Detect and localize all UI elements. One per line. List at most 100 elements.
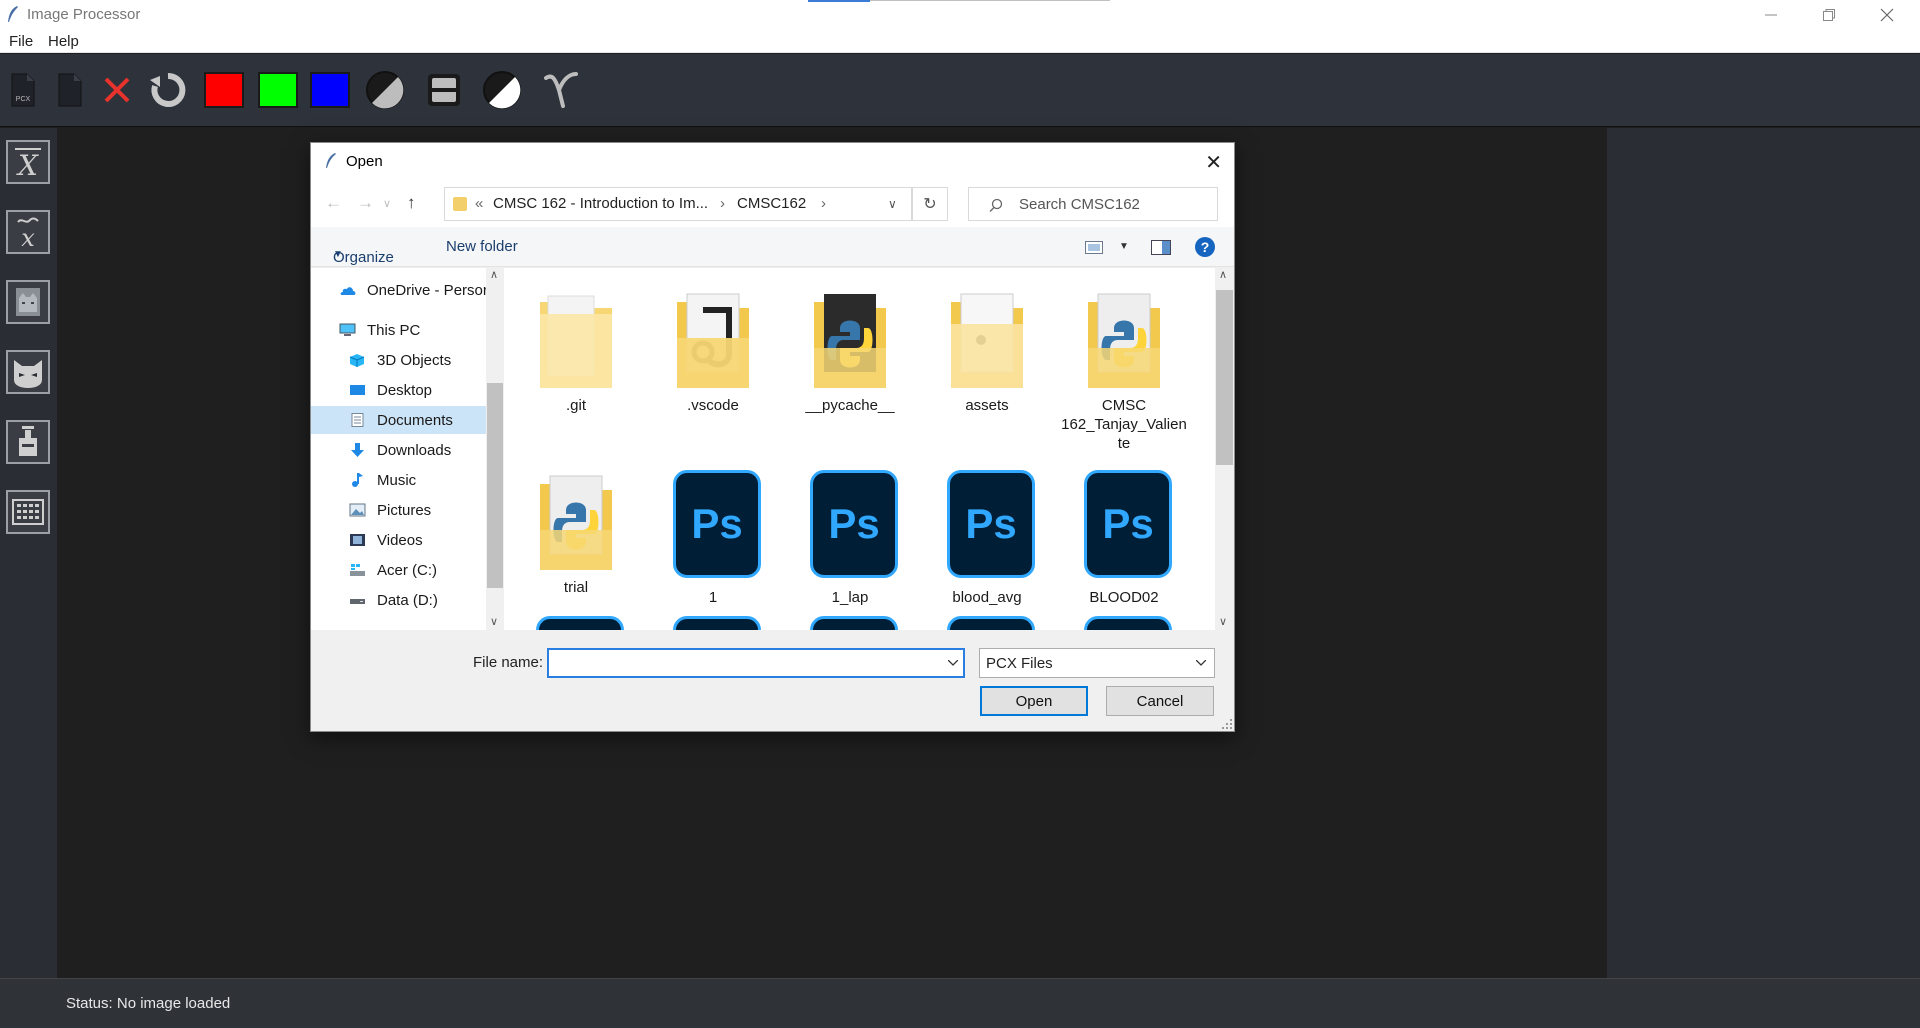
photoshop-file-icon-partial[interactable]	[536, 616, 624, 630]
preview-pane-icon[interactable]	[1151, 240, 1171, 255]
nav-item-3d-objects[interactable]: 3D Objects	[311, 346, 486, 374]
refresh-button[interactable]: ↻	[912, 187, 948, 221]
address-dropdown-icon[interactable]: ∨	[888, 197, 897, 211]
median-filter-button[interactable]: x	[6, 210, 50, 254]
svg-text:X: X	[16, 149, 39, 180]
red-channel-button[interactable]	[204, 72, 244, 108]
taskbar-hint	[808, 0, 870, 2]
help-icon[interactable]: ?	[1195, 237, 1215, 257]
photoshop-file-icon-partial[interactable]	[947, 616, 1035, 630]
file-item-blood-avg[interactable]: Ps blood_avg	[923, 470, 1051, 620]
scroll-down-icon[interactable]: ∨	[1219, 615, 1227, 628]
file-scroll-thumb[interactable]	[1216, 290, 1233, 465]
open-file-dialog: Open ✕ ← → ∨ ↑ « CMSC 162 - Introduction…	[310, 142, 1235, 732]
file-item-1[interactable]: Ps 1	[649, 470, 777, 620]
feather-app-icon	[8, 6, 18, 22]
save-file-button[interactable]	[50, 70, 90, 110]
breadcrumb-overflow[interactable]: «	[475, 195, 483, 212]
folder-icon	[453, 197, 467, 211]
restore-button[interactable]	[1800, 0, 1858, 29]
highboost-filter-button[interactable]	[6, 420, 50, 464]
grid-icon	[12, 499, 44, 525]
nav-item-acer-c[interactable]: Acer (C:)	[311, 556, 486, 584]
address-bar[interactable]: « CMSC 162 - Introduction to Im... › CMS…	[444, 187, 912, 221]
highpass-filter-button[interactable]	[6, 280, 50, 324]
nav-scroll-thumb[interactable]	[487, 383, 503, 588]
negative-button[interactable]	[482, 70, 522, 110]
negative-icon	[483, 71, 521, 109]
search-box[interactable]: Search CMSC162	[968, 187, 1218, 221]
close-image-button[interactable]	[97, 70, 137, 110]
nav-scrollbar[interactable]: ∧ ∨	[486, 268, 504, 630]
photoshop-file-icon-partial[interactable]	[810, 616, 898, 630]
back-icon[interactable]: ←	[325, 193, 342, 213]
close-window-button[interactable]	[1858, 0, 1916, 29]
reset-button[interactable]	[148, 70, 188, 110]
scroll-down-icon[interactable]: ∨	[490, 615, 498, 628]
file-name-input[interactable]	[547, 648, 965, 678]
downloads-icon	[351, 443, 364, 457]
file-item-blood02[interactable]: Ps BLOOD02	[1060, 470, 1188, 620]
blue-channel-button[interactable]	[310, 72, 350, 108]
scroll-up-icon[interactable]: ∧	[1219, 268, 1227, 281]
nav-item-music[interactable]: Music	[311, 466, 486, 494]
status-bar: Status: No image loaded	[0, 978, 1920, 1028]
file-name-dropdown-button[interactable]	[943, 649, 963, 677]
gradient-filter-button[interactable]	[6, 490, 50, 534]
nav-item-downloads[interactable]: Downloads	[311, 436, 486, 464]
recent-chevron-icon[interactable]: ∨	[383, 197, 391, 210]
file-list-scrollbar[interactable]: ∧ ∨	[1215, 268, 1234, 630]
threshold-button[interactable]	[424, 70, 464, 110]
red-x-icon	[104, 77, 130, 103]
cancel-button[interactable]: Cancel	[1106, 686, 1214, 716]
search-placeholder: Search CMSC162	[1019, 196, 1140, 213]
file-item-cmsc162-tanjay-valiente[interactable]: CMSC 162_Tanjay_Valien te	[1060, 288, 1188, 458]
open-button[interactable]: Open	[980, 686, 1088, 716]
toolbar: PCX	[0, 54, 1920, 127]
restore-icon	[1823, 8, 1835, 21]
file-list: .git .vscode __pycache__ assets CMSC 162_…	[504, 268, 1215, 630]
nav-item-pictures[interactable]: Pictures	[311, 496, 486, 524]
open-pcx-button[interactable]: PCX	[3, 70, 43, 110]
mean-filter-button[interactable]: X	[6, 140, 50, 184]
up-icon[interactable]: ↑	[407, 193, 416, 213]
python-folder-icon	[540, 475, 612, 570]
grayscale-button[interactable]	[365, 70, 405, 110]
photoshop-file-icon: Ps	[810, 470, 898, 578]
svg-text:PCX: PCX	[16, 96, 31, 103]
file-type-select[interactable]: PCX Files	[979, 648, 1215, 678]
refresh-icon: ↻	[923, 196, 937, 213]
nav-item-this-pc[interactable]: This PC	[311, 316, 486, 344]
file-item-assets[interactable]: assets	[923, 288, 1051, 458]
nav-item-desktop[interactable]: Desktop	[311, 376, 486, 404]
nav-item-videos[interactable]: Videos	[311, 526, 486, 554]
view-options-icon[interactable]	[1085, 241, 1103, 254]
threshold-icon	[428, 74, 460, 106]
breadcrumb-current[interactable]: CMSC162	[737, 195, 806, 212]
file-item-pycache[interactable]: __pycache__	[786, 288, 914, 458]
file-item-trial[interactable]: trial	[512, 470, 640, 620]
photoshop-file-icon-partial[interactable]	[1084, 616, 1172, 630]
nav-item-data-d[interactable]: Data (D:)	[311, 586, 486, 614]
nav-item-documents[interactable]: Documents	[311, 406, 486, 434]
menu-file[interactable]: File	[9, 33, 33, 50]
forward-icon[interactable]: →	[357, 193, 374, 213]
view-dropdown-icon[interactable]: ▼	[1119, 241, 1129, 252]
file-item-git[interactable]: .git	[512, 288, 640, 458]
command-bar: Organize ▼ New folder ▼ ?	[311, 227, 1234, 267]
resize-grip-icon[interactable]	[1222, 719, 1232, 729]
breadcrumb-parent[interactable]: CMSC 162 - Introduction to Im...	[493, 195, 708, 212]
unsharp-mask-button[interactable]	[6, 350, 50, 394]
navigation-pane: OneDrive - Persor This PC 3D Objects Des…	[311, 268, 488, 630]
file-item-vscode[interactable]: .vscode	[649, 288, 777, 458]
scroll-up-icon[interactable]: ∧	[490, 268, 498, 281]
new-folder-button[interactable]: New folder	[446, 238, 518, 255]
gamma-button[interactable]	[541, 70, 581, 110]
dialog-close-button[interactable]: ✕	[1205, 150, 1222, 175]
nav-item-onedrive[interactable]: OneDrive - Persor	[311, 276, 488, 304]
minimize-button[interactable]	[1742, 0, 1800, 29]
file-item-1-lap[interactable]: Ps 1_lap	[786, 470, 914, 620]
green-channel-button[interactable]	[258, 72, 298, 108]
photoshop-file-icon-partial[interactable]	[673, 616, 761, 630]
menu-help[interactable]: Help	[48, 33, 79, 50]
